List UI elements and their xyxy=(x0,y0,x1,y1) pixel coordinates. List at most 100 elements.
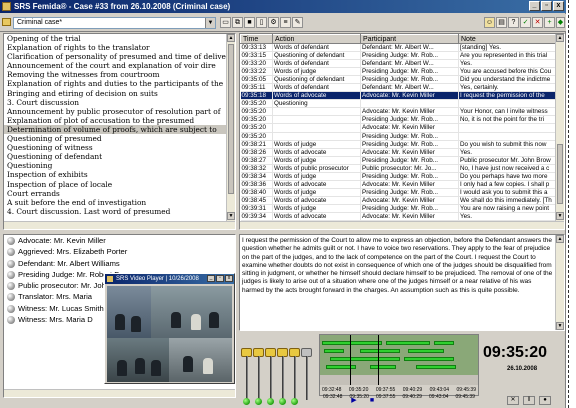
outline-item[interactable]: Questioning of presumed xyxy=(4,134,235,143)
video-minimize-button[interactable]: _ xyxy=(207,275,215,282)
outline-item[interactable]: Determination of volume of proofs, which… xyxy=(4,124,235,135)
outline-item[interactable]: Questioning of defendant xyxy=(4,152,235,161)
add-icon[interactable]: + xyxy=(544,17,555,28)
volume-fader-1[interactable] xyxy=(241,346,253,401)
video-close-button[interactable]: x xyxy=(225,275,233,282)
volume-fader-3[interactable] xyxy=(265,346,277,401)
folder-open-icon[interactable]: ▤ xyxy=(496,17,507,28)
timeline-marker[interactable] xyxy=(378,335,379,385)
table-row[interactable]: 09:38:27 Words of judge Presiding Judge: M… xyxy=(240,156,557,165)
outline-item[interactable]: Questioning xyxy=(4,161,235,170)
table-row[interactable]: 09:35:20 Advocate: Mr. Kevin Miller xyxy=(240,123,557,133)
outline-item[interactable]: 3. Court discussion xyxy=(4,98,235,107)
timeline-cursor[interactable] xyxy=(350,335,351,385)
table-row[interactable]: 09:33:22 Words of judge Presiding Judge: M… xyxy=(240,67,557,77)
table-row[interactable]: 09:35:20 Questioning xyxy=(240,99,557,109)
tools-icon[interactable]: ✎ xyxy=(292,17,303,28)
table-row[interactable]: 09:35:05 Questioning of defendant Presidin… xyxy=(240,75,557,85)
scroll-up-icon[interactable]: ▲ xyxy=(227,34,235,42)
table-row[interactable]: 09:33:15 Questioning of defendant Presidin… xyxy=(240,51,557,61)
people-icon[interactable]: ☺ xyxy=(484,17,495,28)
cross-icon[interactable]: ✕ xyxy=(532,17,543,28)
table-row[interactable]: 09:38:40 Words of judge Presiding Judge: M… xyxy=(240,188,557,197)
column-header-participant[interactable]: Participant xyxy=(360,34,459,44)
record-icon[interactable]: ● xyxy=(539,396,551,405)
help-icon[interactable]: ? xyxy=(508,17,519,28)
outline-item[interactable]: Announcement by public prosecutor of res… xyxy=(4,107,235,116)
volume-fader-5[interactable] xyxy=(289,346,301,401)
copy-icon[interactable]: ⧉ xyxy=(232,17,243,28)
participant-item[interactable]: Defendant: Mr. Albert Williams xyxy=(4,258,235,269)
column-header-time[interactable]: Time xyxy=(240,34,273,44)
save-icon[interactable]: ■ xyxy=(244,17,255,28)
outline-scrollbar[interactable]: ▲ ▼ xyxy=(226,34,235,229)
participant-item[interactable]: Advocate: Mr. Kevin Miller xyxy=(4,235,235,246)
table-row[interactable]: 09:35:11 Words of defendant Defendant: Mr.… xyxy=(240,83,557,93)
settings-icon[interactable]: ⚙ xyxy=(268,17,279,28)
scroll-up-icon[interactable]: ▲ xyxy=(556,235,564,243)
table-row[interactable]: 09:33:13 Words of defendant Defendant: Mr.… xyxy=(240,43,557,53)
outline-item[interactable]: Explanation of rights to the translator xyxy=(4,43,235,52)
volume-fader-6[interactable] xyxy=(301,346,313,401)
minimize-button[interactable]: _ xyxy=(529,1,540,11)
video-player-window[interactable]: SRS Video Player | 10/26/2008 _ ▫ x xyxy=(104,273,235,384)
volume-fader-4[interactable] xyxy=(277,346,289,401)
scroll-down-icon[interactable]: ▼ xyxy=(227,212,235,220)
close-small-icon[interactable]: ✕ xyxy=(507,396,519,405)
maximize-button[interactable]: ▫ xyxy=(541,1,552,11)
table-row[interactable]: 09:35:18 Words of advocate Advocate: Mr. K… xyxy=(240,91,557,101)
page-icon[interactable]: ▯ xyxy=(256,17,267,28)
table-row[interactable]: 09:38:36 Words of advocate Advocate: Mr. K… xyxy=(240,180,557,189)
arrow-icon[interactable]: ◆ xyxy=(556,17,565,28)
outline-item[interactable]: 4. Court discussion. Last word of presum… xyxy=(4,207,235,216)
table-row[interactable]: 09:39:34 Words of advocate Advocate: Mr. K… xyxy=(240,212,557,222)
participant-item[interactable]: Aggrieved: Mrs. Elizabeth Porter xyxy=(4,246,235,257)
volume-fader-2[interactable] xyxy=(253,346,265,401)
table-row[interactable]: 09:38:26 Words of advocate Advocate: Mr. K… xyxy=(240,148,557,157)
outline-item[interactable]: Court errands xyxy=(4,189,235,198)
table-row[interactable]: 09:38:34 Words of judge Presiding Judge: M… xyxy=(240,172,557,181)
video-title-bar[interactable]: SRS Video Player | 10/26/2008 _ ▫ x xyxy=(105,274,234,284)
outline-item[interactable]: Explanation of plot of accusation to the… xyxy=(4,116,235,125)
outline-item[interactable]: Explanation of rights and duties to the … xyxy=(4,79,235,88)
table-row[interactable]: 09:33:20 Words of defendant Defendant: Mr.… xyxy=(240,59,557,69)
note-scrollbar[interactable]: ▲ ▼ xyxy=(555,235,564,330)
check-icon[interactable]: ✓ xyxy=(520,17,531,28)
outline-item[interactable]: A suit before the end of investigation xyxy=(4,198,235,207)
timeline-overview[interactable] xyxy=(320,375,478,385)
outline-item[interactable]: Bringing and etiring of decision on suit… xyxy=(4,89,235,98)
note-text-panel[interactable]: I request the permission of the Court to… xyxy=(239,234,565,331)
scroll-up-icon[interactable]: ▲ xyxy=(556,34,564,42)
outline-hscrollbar[interactable] xyxy=(4,221,235,229)
recording-timeline[interactable]: 09:32:48 09:35:20 09:37:55 09:40:29 09:4… xyxy=(319,334,479,396)
case-type-select[interactable]: Criminal case* ▼ xyxy=(13,17,216,29)
pause-icon[interactable]: ‖ xyxy=(523,396,535,405)
events-scrollbar[interactable]: ▲ ▼ xyxy=(555,34,564,229)
outline-item[interactable]: Removing the witnesses from courtroom xyxy=(4,70,235,79)
outline-item[interactable]: Opening of the trial xyxy=(4,34,235,43)
document-icon[interactable]: ▭ xyxy=(220,17,231,28)
scroll-thumb[interactable] xyxy=(228,44,234,194)
column-header-note[interactable]: Note xyxy=(458,34,557,44)
stop-icon[interactable]: ■ xyxy=(367,397,377,405)
table-row[interactable]: 09:35:20 Advocate: Mr. Kevin Miller Your H… xyxy=(240,107,557,117)
table-row[interactable]: 09:35:20 Presiding Judge: Mr. Rob... No, i… xyxy=(240,115,557,125)
table-row[interactable]: 09:38:45 Words of advocate Advocate: Mr. K… xyxy=(240,196,557,205)
column-header-action[interactable]: Action xyxy=(272,34,361,44)
scroll-down-icon[interactable]: ▼ xyxy=(556,212,564,220)
outline-item[interactable]: Clarification of personality of presumed… xyxy=(4,52,235,61)
list-icon[interactable]: ≡ xyxy=(280,17,291,28)
outline-item[interactable]: Questioning of witness xyxy=(4,143,235,152)
close-button[interactable]: x xyxy=(553,1,564,11)
scroll-down-icon[interactable]: ▼ xyxy=(556,322,564,330)
folder-icon[interactable] xyxy=(2,18,11,26)
play-icon[interactable]: ▶ xyxy=(349,397,359,405)
table-row[interactable]: 09:35:20 Presiding Judge: Mr. Rob... xyxy=(240,132,557,141)
table-row[interactable]: 09:39:31 Words of judge Presiding Judge: M… xyxy=(240,204,557,213)
video-maximize-button[interactable]: ▫ xyxy=(216,275,224,282)
table-row[interactable]: 09:38:32 Words of public prosecutor Public… xyxy=(240,164,557,173)
scroll-thumb[interactable] xyxy=(557,144,563,204)
participants-hscrollbar[interactable] xyxy=(4,389,235,397)
chevron-down-icon[interactable]: ▼ xyxy=(205,18,215,28)
outline-item[interactable]: Inspection of place of locale xyxy=(4,180,235,189)
